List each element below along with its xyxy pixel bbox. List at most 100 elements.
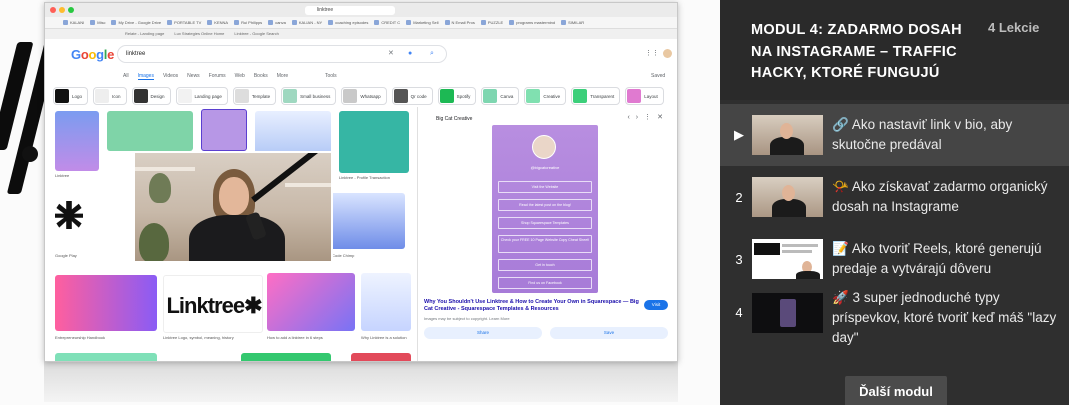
chip-thumbnail [95,89,110,103]
tab-forums[interactable]: Forums [209,73,226,80]
filter-chip[interactable]: Small business [281,87,337,105]
filter-chip[interactable]: Design [131,87,171,105]
filter-chips: Logo Icon Design Landing page Template S… [53,87,673,107]
bookmark[interactable]: PUZZLE [481,19,503,26]
saved-button[interactable]: Saved [651,73,665,79]
preview-link-button: Read the latest post on the blog! [498,199,592,211]
image-result[interactable] [323,193,405,249]
tab-news[interactable]: News [187,73,200,80]
chip-thumbnail [526,89,541,103]
video-frame[interactable]: linktree KALANI Misc My Drive - Google D… [0,0,720,405]
save-button[interactable]: Save [550,327,668,339]
lesson-item[interactable]: 2 📯 Ako získavať zadarmo organický dosah… [720,166,1069,228]
presenter-webcam [133,151,333,263]
filter-chip[interactable]: Creative [524,87,567,105]
preview-handle: @bigcatcreative [530,165,560,170]
bookmark[interactable]: Marketing Sell [406,19,438,26]
share-button[interactable]: Share [424,327,542,339]
lesson-item[interactable]: ▶ 🔗 Ako nastaviť link v bio, aby skutočn… [720,104,1069,166]
bookmark[interactable]: Rui Philipps [234,19,262,26]
bookmark[interactable]: KALANI [63,19,84,26]
bookmark[interactable]: SIMILAR [561,19,584,26]
image-result[interactable] [201,109,247,151]
filter-chip[interactable]: Layout [625,87,664,105]
bookmark[interactable]: PORTABLE TV [167,19,201,26]
tab-videos[interactable]: Videos [163,73,178,80]
filter-chip[interactable]: Template [232,87,277,105]
lesson-thumbnail [752,115,823,155]
image-result[interactable] [241,353,331,361]
search-icon[interactable]: ⌕ [430,46,434,62]
filter-chip[interactable]: Icon [93,87,127,105]
browser-tab[interactable]: Relate - Landing page [125,30,164,38]
chip-thumbnail [55,89,69,103]
preview-image[interactable]: @bigcatcreative Visit the Website Read t… [492,125,598,293]
tab-more[interactable]: More [277,73,288,80]
image-result[interactable] [55,353,157,361]
browser-tab[interactable]: Linktree - Google Search [234,30,278,38]
preview-source[interactable]: Big Cat Creative [436,116,472,122]
voice-search-icon[interactable]: ● [408,46,412,62]
image-caption: How to add a linktree in 6 steps [267,335,323,340]
tab-images[interactable]: Images [137,73,154,80]
lesson-list: ▶ 🔗 Ako nastaviť link v bio, aby skutočn… [720,104,1069,372]
apps-grid-icon[interactable]: ⋮⋮ [645,49,659,58]
tools-button[interactable]: Tools [325,73,337,79]
image-result[interactable] [53,193,85,253]
bookmark[interactable]: CREDIT C [374,19,400,26]
previous-icon[interactable]: ‹ [627,114,635,121]
image-result[interactable] [351,353,411,361]
maximize-window-icon[interactable] [68,7,74,13]
image-result[interactable] [267,273,355,331]
chip-thumbnail [343,89,358,103]
bookmark[interactable]: KENNA [207,19,228,26]
filter-chip[interactable]: Landing page [175,87,228,105]
filter-chip[interactable]: Qr code [391,87,433,105]
preview-title[interactable]: Why You Shouldn't Use Linktree & How to … [424,299,644,313]
close-icon[interactable]: ✕ [657,114,669,121]
image-result[interactable] [55,275,157,331]
bookmark[interactable]: N Email Pros [445,19,475,26]
bookmark[interactable]: coaching episodes [328,19,368,26]
lesson-item[interactable]: 3 📝 Ako tvoriť Reels, ktoré generujú pre… [720,228,1069,290]
presenter-face [219,177,249,215]
browser-tab[interactable]: Lux Strategies Online Home [174,30,224,38]
next-icon[interactable]: › [636,114,644,121]
filter-chip[interactable]: Logo [53,87,89,105]
thumbnail-face [780,123,793,139]
chip-thumbnail [627,89,642,103]
image-result[interactable] [339,111,409,173]
shelf [285,183,331,187]
thumbnail-text-block [754,243,780,255]
filter-chip[interactable]: Spotify [437,87,477,105]
close-window-icon[interactable] [50,7,56,13]
filter-chip[interactable]: Transparent [571,87,621,105]
next-module-button[interactable]: Ďalší modul [845,376,947,405]
google-logo[interactable]: Google [71,47,114,62]
image-caption: Entrepreneurship Handbook [55,335,106,340]
bookmark[interactable]: Misc [90,19,105,26]
minimize-window-icon[interactable] [59,7,65,13]
avatar[interactable] [663,49,672,58]
lesson-item[interactable]: 4 🚀 3 super jednoduché typy príspevkov, … [720,290,1069,372]
lesson-title: 📯 Ako získavať zadarmo organický dosah n… [832,179,1048,214]
image-result[interactable] [361,273,411,331]
tab-books[interactable]: Books [254,73,268,80]
image-result[interactable] [107,111,193,151]
filter-chip[interactable]: Canva [481,87,520,105]
clear-search-icon[interactable]: ✕ [388,46,394,62]
image-result[interactable] [55,111,99,171]
bookmark[interactable]: My Drive - Google Drive [111,19,161,26]
visit-button[interactable]: Visit [644,300,668,310]
bookmark[interactable]: programs mastermind [509,19,555,26]
tab-all[interactable]: All [123,73,129,80]
lesson-title: 📝 Ako tvoriť Reels, ktoré generujú preda… [832,241,1042,276]
image-caption: Why Linktree is a solution [361,335,407,340]
bookmark[interactable]: canva [268,19,286,26]
more-options-icon[interactable]: ⋮ [644,114,657,121]
tab-web[interactable]: Web [235,73,245,80]
bookmark[interactable]: KALIAN - NY [292,19,322,26]
filter-chip[interactable]: Whatsapp [341,87,387,105]
google-search-input[interactable]: linktree ✕ ● ⌕ [117,45,447,63]
address-bar[interactable]: linktree [305,6,395,15]
